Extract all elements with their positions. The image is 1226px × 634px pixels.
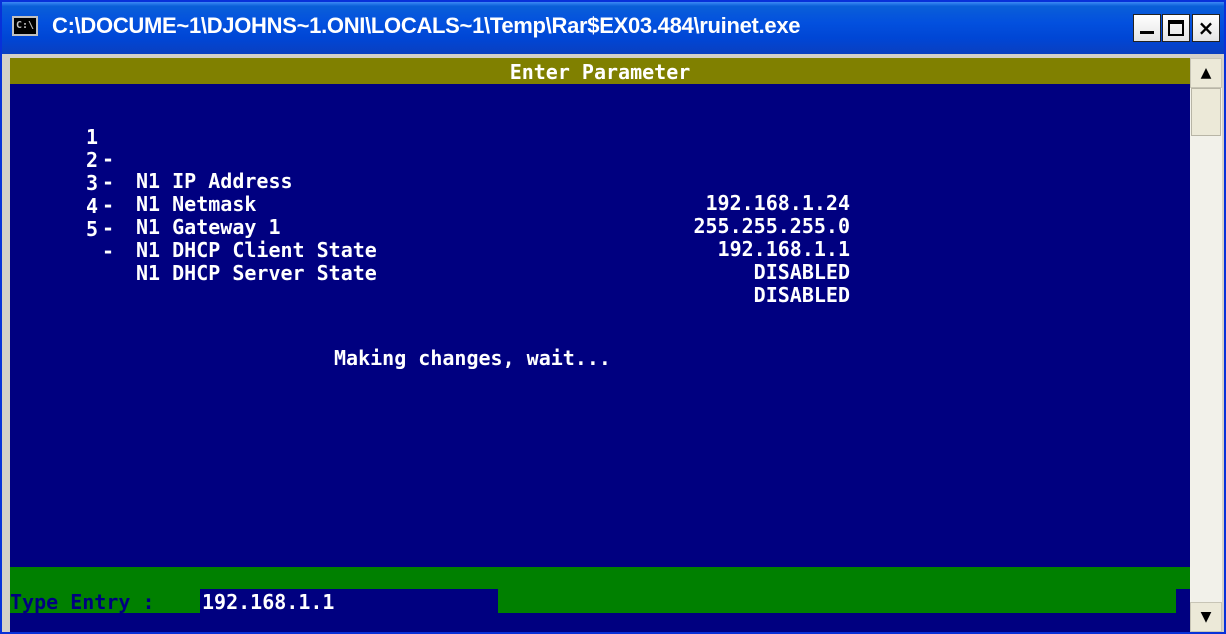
status-message: Making changes, wait...	[334, 346, 611, 370]
prompt-bar	[10, 567, 1190, 589]
console-app-icon[interactable]: C:\	[12, 16, 38, 36]
scroll-up-button[interactable]: ▲	[1190, 58, 1222, 88]
entry-input[interactable]: 192.168.1.1	[202, 589, 334, 614]
close-button[interactable]: ×	[1192, 14, 1220, 42]
minimize-button[interactable]	[1133, 14, 1161, 42]
scroll-thumb[interactable]	[1191, 88, 1221, 136]
parameter-value: DISABLED	[753, 283, 850, 307]
minimize-icon	[1140, 31, 1154, 34]
arrow-up-icon: ▲	[1200, 65, 1212, 81]
parameter-label: N1 DHCP Server State	[136, 261, 377, 285]
header-bar: Enter Parameter	[10, 58, 1190, 84]
close-icon: ×	[1197, 16, 1215, 40]
window-title: C:\DOCUME~1\DJOHNS~1.ONI\LOCALS~1\Temp\R…	[52, 13, 801, 38]
header-title: Enter Parameter	[509, 60, 691, 84]
console-area[interactable]: Enter Parameter 1 - N1 IP Address 192.16…	[10, 58, 1190, 632]
arrow-down-icon: ▼	[1200, 609, 1212, 625]
entry-padding-bar	[498, 589, 1176, 613]
parameter-row-5: 5 - N1 DHCP Server State DISABLED	[10, 196, 1190, 328]
maximize-button[interactable]	[1162, 14, 1190, 42]
title-bar[interactable]: C:\ C:\DOCUME~1\DJOHNS~1.ONI\LOCALS~1\Te…	[2, 2, 1224, 54]
maximize-icon	[1168, 20, 1184, 36]
entry-row: Type Entry : 192.168.1.1	[10, 589, 1190, 614]
parameter-separator: -	[102, 239, 115, 263]
prompt-label: Type Entry :	[10, 589, 200, 614]
scroll-down-button[interactable]: ▼	[1190, 602, 1222, 632]
console-window: C:\ C:\DOCUME~1\DJOHNS~1.ONI\LOCALS~1\Te…	[0, 0, 1226, 634]
parameter-number: 5	[86, 217, 99, 241]
vertical-scrollbar[interactable]: ▲ ▼	[1190, 58, 1222, 632]
